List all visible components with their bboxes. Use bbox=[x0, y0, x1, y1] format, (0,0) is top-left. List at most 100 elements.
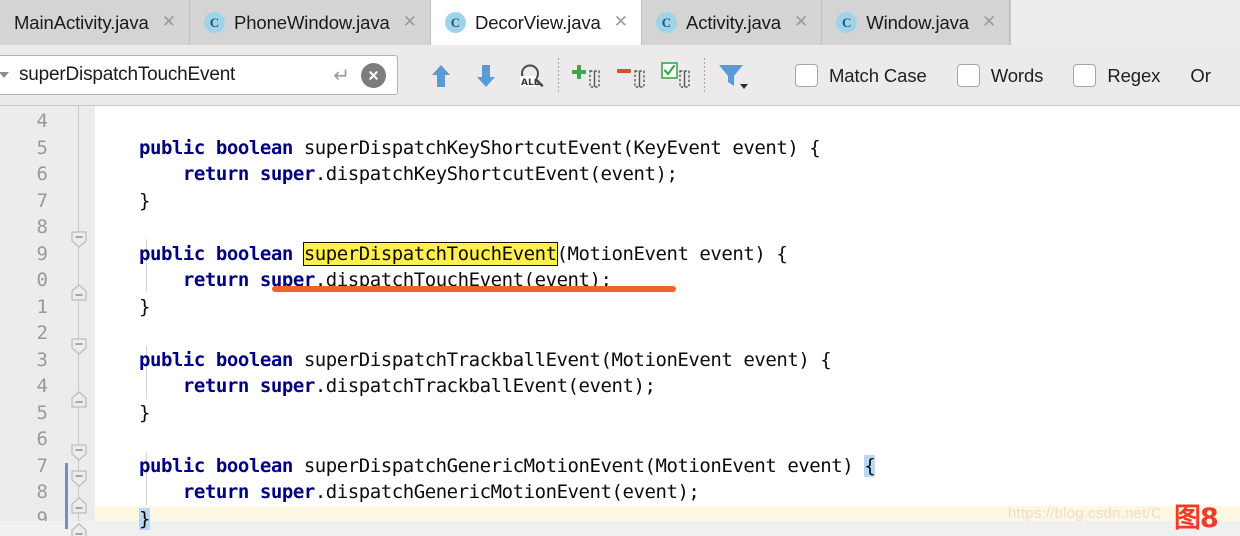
toolbar-separator bbox=[558, 57, 559, 94]
select-all-occurrences-button[interactable] bbox=[654, 53, 699, 98]
code-line[interactable] bbox=[95, 108, 1240, 135]
close-icon[interactable]: ✕ bbox=[982, 14, 996, 31]
code-keyword: super bbox=[259, 163, 315, 185]
code-text: superDispatchGenericMotionEvent(MotionEv… bbox=[303, 454, 865, 477]
find-previous-button[interactable] bbox=[418, 53, 463, 98]
close-icon[interactable]: ✕ bbox=[162, 14, 176, 31]
option-label: Match Case bbox=[829, 64, 927, 86]
fold-end-icon[interactable] bbox=[71, 497, 87, 514]
clear-search-icon[interactable] bbox=[361, 62, 386, 88]
code-line[interactable] bbox=[95, 320, 1240, 347]
add-selection-button[interactable] bbox=[564, 53, 609, 98]
tab-label: Activity.java bbox=[685, 11, 781, 33]
code-text: superDispatchKeyShortcutEvent(KeyEvent e… bbox=[303, 136, 821, 159]
code-line[interactable]: } bbox=[95, 400, 1240, 427]
code-line[interactable]: return super.dispatchGenericMotionEvent(… bbox=[95, 479, 1240, 506]
tab-mainactivity[interactable]: MainActivity.java ✕ bbox=[0, 0, 190, 45]
search-input[interactable]: superDispatchTouchEvent bbox=[19, 64, 333, 86]
code-content[interactable]: public boolean superDispatchKeyShortcutE… bbox=[95, 106, 1240, 536]
code-line[interactable]: return super.dispatchKeyShortcutEvent(ev… bbox=[95, 161, 1240, 188]
close-icon[interactable]: ✕ bbox=[403, 14, 417, 31]
line-number: 9 bbox=[36, 242, 48, 265]
code-keyword: public boolean bbox=[138, 136, 304, 159]
line-number: 8 bbox=[36, 216, 48, 238]
java-class-icon: C bbox=[655, 12, 677, 33]
line-number: 7 bbox=[36, 454, 48, 477]
checkbox-regex[interactable] bbox=[1073, 64, 1097, 87]
code-keyword: public boolean bbox=[138, 454, 304, 477]
add-selection-icon bbox=[571, 64, 600, 88]
chevron-down-icon[interactable] bbox=[0, 72, 9, 78]
line-number: 8 bbox=[36, 481, 48, 503]
code-line[interactable]: } bbox=[95, 294, 1240, 321]
find-all-button[interactable]: ALL bbox=[508, 53, 553, 98]
fold-start-icon[interactable] bbox=[71, 231, 87, 248]
code-line[interactable] bbox=[95, 426, 1240, 453]
brace-match-highlight: } bbox=[138, 507, 150, 530]
code-text: .dispatchTrackballEvent(event); bbox=[314, 375, 656, 397]
filter-button[interactable] bbox=[710, 53, 755, 98]
close-icon[interactable]: ✕ bbox=[794, 14, 808, 31]
tab-label: PhoneWindow.java bbox=[233, 11, 390, 33]
option-match-case[interactable]: Match Case bbox=[795, 64, 927, 87]
code-line[interactable]: public boolean superDispatchTrackballEve… bbox=[95, 347, 1240, 374]
option-words[interactable]: Words bbox=[956, 64, 1044, 87]
code-text: (MotionEvent event) { bbox=[556, 242, 788, 265]
enter-return-icon[interactable]: ↵ bbox=[333, 63, 350, 87]
arrow-up-icon bbox=[431, 64, 450, 87]
option-regex[interactable]: Regex bbox=[1073, 64, 1160, 87]
editor-tab-bar: MainActivity.java ✕ C PhoneWindow.java ✕… bbox=[0, 0, 1240, 45]
code-line[interactable]: return super.dispatchTrackballEvent(even… bbox=[95, 373, 1240, 400]
code-keyword: return bbox=[182, 375, 260, 397]
fold-end-icon[interactable] bbox=[71, 284, 87, 301]
line-number: 5 bbox=[36, 401, 48, 424]
fold-end-icon[interactable] bbox=[71, 523, 87, 536]
option-label: Words bbox=[990, 64, 1044, 86]
code-line[interactable]: public boolean superDispatchKeyShortcutE… bbox=[95, 135, 1240, 162]
tab-phonewindow[interactable]: C PhoneWindow.java ✕ bbox=[189, 0, 431, 45]
code-line[interactable]: public boolean superDispatchGenericMotio… bbox=[95, 453, 1240, 480]
fold-start-icon[interactable] bbox=[71, 444, 87, 461]
line-number: 5 bbox=[36, 136, 48, 159]
search-match-highlight: superDispatchTouchEvent bbox=[302, 241, 558, 266]
line-number: 7 bbox=[36, 189, 48, 212]
find-toolbar-buttons: ALL bbox=[418, 45, 755, 106]
find-next-button[interactable] bbox=[463, 53, 508, 98]
line-number: 1 bbox=[36, 295, 48, 318]
option-truncated-label[interactable]: Or bbox=[1190, 65, 1211, 87]
code-text: superDispatchTrackballEvent(MotionEvent … bbox=[303, 348, 832, 371]
vcs-change-marker[interactable] bbox=[65, 463, 68, 529]
code-keyword: super bbox=[259, 481, 315, 503]
orange-underline-annotation bbox=[272, 286, 676, 292]
tab-window[interactable]: C Window.java ✕ bbox=[822, 0, 1011, 45]
code-editor[interactable]: 4567890123456789 public boolean superDis… bbox=[0, 106, 1240, 536]
line-number-column: 4567890123456789 bbox=[0, 106, 52, 532]
fold-end-icon[interactable] bbox=[71, 391, 87, 408]
fold-start-icon[interactable] bbox=[71, 338, 87, 355]
code-keyword: return bbox=[182, 163, 260, 185]
checkbox-words[interactable] bbox=[956, 64, 980, 87]
checkbox-match-case[interactable] bbox=[795, 64, 818, 87]
tab-label: Window.java bbox=[866, 11, 969, 33]
editor-bottom-strip bbox=[0, 521, 1240, 536]
close-icon[interactable]: ✕ bbox=[614, 14, 628, 31]
code-keyword: return bbox=[182, 481, 260, 503]
remove-selection-button[interactable] bbox=[609, 53, 654, 98]
code-line[interactable] bbox=[95, 214, 1240, 241]
line-number: 4 bbox=[36, 110, 48, 132]
search-field[interactable]: superDispatchTouchEvent ↵ bbox=[0, 55, 398, 95]
code-line[interactable]: public boolean superDispatchTouchEvent(M… bbox=[95, 241, 1240, 268]
tab-decorview[interactable]: C DecorView.java ✕ bbox=[430, 0, 642, 45]
code-line[interactable]: } bbox=[95, 188, 1240, 215]
tab-activity[interactable]: C Activity.java ✕ bbox=[641, 0, 823, 45]
fold-start-icon[interactable] bbox=[71, 470, 87, 487]
